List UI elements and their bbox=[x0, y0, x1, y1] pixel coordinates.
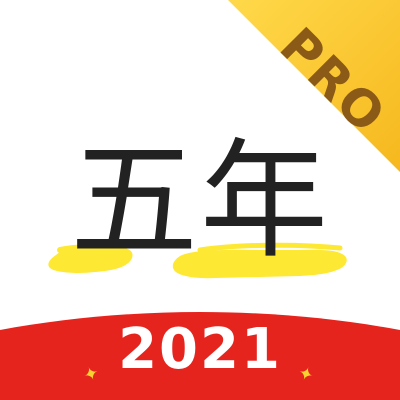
app-icon[interactable]: PRO 五年 2021 ✦ ✦ bbox=[0, 0, 400, 400]
year-label: 2021 bbox=[118, 317, 282, 382]
